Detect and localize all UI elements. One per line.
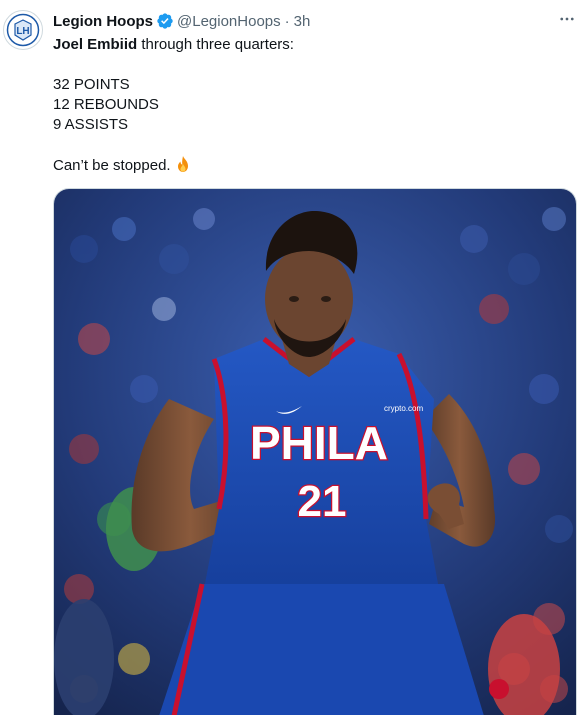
- verified-badge-icon: [156, 12, 174, 30]
- stat-points: 32 POINTS: [53, 76, 130, 93]
- tweet-image[interactable]: PHILA 21 crypto.com: [53, 188, 577, 715]
- tweet-intro-line: Joel Embiid through three quarters:: [53, 35, 573, 55]
- header-separator: ·: [284, 12, 290, 30]
- tweet-header: Legion Hoops @LegionHoops · 3h: [53, 11, 310, 31]
- stat-rebounds: 12 REBOUNDS: [53, 96, 159, 113]
- player-photo: PHILA 21 crypto.com: [54, 189, 576, 715]
- player-name-link[interactable]: Joel Embiid: [53, 36, 137, 53]
- closing-line: Can’t be stopped.: [53, 155, 573, 175]
- jersey-sponsor: crypto.com: [384, 404, 423, 413]
- tweet-timestamp[interactable]: 3h: [294, 13, 311, 30]
- more-options-icon: [560, 17, 574, 21]
- legion-hoops-logo-icon: LH: [6, 13, 40, 47]
- fire-emoji-icon: [175, 155, 191, 179]
- closing-text: Can’t be stopped.: [53, 157, 171, 174]
- jersey-number: 21: [298, 477, 347, 526]
- more-options-button[interactable]: [556, 8, 578, 30]
- avatar[interactable]: LH: [3, 10, 43, 50]
- avatar-logo-text: LH: [16, 26, 29, 37]
- intro-rest: through three quarters:: [137, 36, 294, 53]
- author-name[interactable]: Legion Hoops: [53, 13, 153, 30]
- tweet-text: Joel Embiid through three quarters: 32 P…: [53, 35, 573, 175]
- stat-assists: 9 ASSISTS: [53, 116, 129, 133]
- jersey-text: PHILA: [250, 417, 388, 469]
- author-handle[interactable]: @LegionHoops: [177, 13, 281, 30]
